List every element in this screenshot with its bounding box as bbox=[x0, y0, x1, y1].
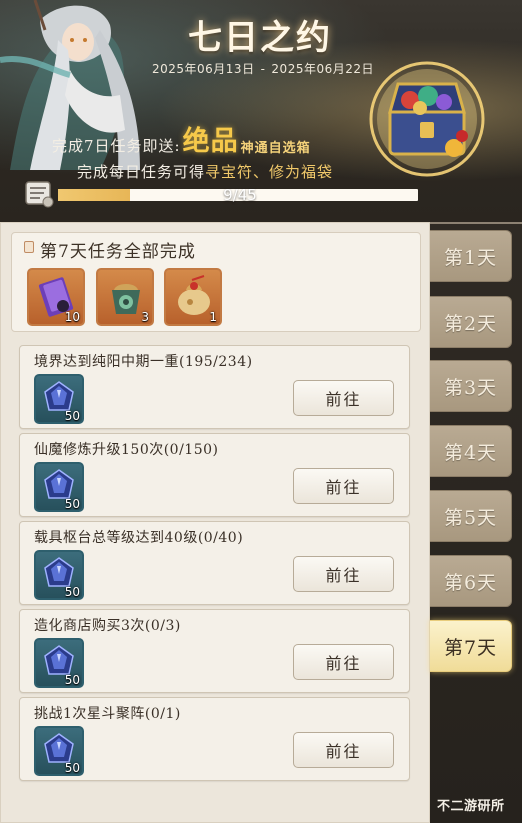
reward-item[interactable]: 10 bbox=[27, 268, 85, 326]
reward-count: 3 bbox=[141, 310, 149, 324]
task-reward[interactable]: 50 bbox=[34, 550, 84, 600]
task-row: 仙魔修炼升级150次(0/150) 50 前往 bbox=[19, 433, 410, 517]
task-reward[interactable]: 50 bbox=[34, 726, 84, 776]
event-title: 七日之约 bbox=[188, 18, 332, 58]
promo-line: 完成7日任务即送: 绝品 神通自选箱 bbox=[52, 126, 311, 157]
treasure-chest-icon[interactable] bbox=[368, 60, 486, 178]
task-row: 载具枢台总等级达到40级(0/40) 50 前往 bbox=[19, 521, 410, 605]
reward-prefix: 完成每日任务可得 bbox=[77, 163, 206, 181]
event-header: 七日之约 2025年06月13日 -2025年06月22日 完成7日任务即送: 绝… bbox=[0, 0, 522, 222]
task-row: 境界达到纯阳中期一重(195/234) 50 前往 bbox=[19, 345, 410, 429]
scroll-icon bbox=[25, 181, 54, 208]
task-title: 造化商店购买3次(0/3) bbox=[34, 618, 181, 634]
bookmark-icon bbox=[24, 241, 34, 253]
tab-day-4[interactable]: 第4天 bbox=[430, 425, 512, 477]
go-button[interactable]: 前往 bbox=[293, 468, 394, 504]
tab-day-5[interactable]: 第5天 bbox=[430, 490, 512, 542]
task-title: 仙魔修炼升级150次(0/150) bbox=[34, 442, 219, 458]
task-title: 境界达到纯阳中期一重(195/234) bbox=[34, 354, 253, 370]
date-end: 2025年06月22日 bbox=[271, 62, 375, 76]
reward-items: 寻宝符、修为福袋 bbox=[205, 163, 334, 181]
tab-day-1[interactable]: 第1天 bbox=[430, 230, 512, 282]
progress-text: 9/45 bbox=[223, 186, 257, 204]
reward-count: 50 bbox=[64, 673, 80, 687]
go-button[interactable]: 前往 bbox=[293, 380, 394, 416]
task-reward[interactable]: 50 bbox=[34, 638, 84, 688]
reward-count: 50 bbox=[64, 497, 80, 511]
go-button[interactable]: 前往 bbox=[293, 732, 394, 768]
task-title: 载具枢台总等级达到40级(0/40) bbox=[34, 530, 244, 546]
event-date-range: 2025年06月13日 -2025年06月22日 bbox=[118, 60, 408, 77]
reward-count: 50 bbox=[64, 761, 80, 775]
watermark: 不二游研所 bbox=[437, 799, 505, 814]
date-start: 2025年06月13日 bbox=[151, 62, 255, 76]
task-reward[interactable]: 50 bbox=[34, 374, 84, 424]
reward-count: 50 bbox=[64, 409, 80, 423]
tab-day-2[interactable]: 第2天 bbox=[430, 296, 512, 348]
day-completion-card: 第7天任务全部完成 10 3 1 bbox=[11, 232, 421, 332]
task-row: 造化商店购买3次(0/3) 50 前往 bbox=[19, 609, 410, 693]
tab-day-3[interactable]: 第3天 bbox=[430, 360, 512, 412]
progress-fill bbox=[58, 189, 130, 201]
task-row: 挑战1次星斗聚阵(0/1) 50 前往 bbox=[19, 697, 410, 781]
task-reward[interactable]: 50 bbox=[34, 462, 84, 512]
reward-count: 1 bbox=[209, 310, 217, 324]
date-separator: - bbox=[260, 62, 266, 76]
promo-suffix: 神通自选箱 bbox=[240, 141, 311, 156]
task-title: 挑战1次星斗聚阵(0/1) bbox=[34, 706, 181, 722]
reward-count: 10 bbox=[64, 310, 80, 324]
reward-count: 50 bbox=[64, 585, 80, 599]
go-button[interactable]: 前往 bbox=[293, 644, 394, 680]
promo-prefix: 完成7日任务即送: bbox=[52, 137, 181, 155]
tab-day-7[interactable]: 第7天 bbox=[430, 620, 512, 672]
daily-reward-line: 完成每日任务可得寻宝符、修为福袋 bbox=[77, 161, 333, 182]
promo-highlight: 绝品 bbox=[182, 126, 239, 157]
go-button[interactable]: 前往 bbox=[293, 556, 394, 592]
tab-day-6[interactable]: 第6天 bbox=[430, 555, 512, 607]
reward-item[interactable]: 1 bbox=[164, 268, 222, 326]
reward-item[interactable]: 3 bbox=[96, 268, 154, 326]
completion-title: 第7天任务全部完成 bbox=[40, 242, 196, 262]
